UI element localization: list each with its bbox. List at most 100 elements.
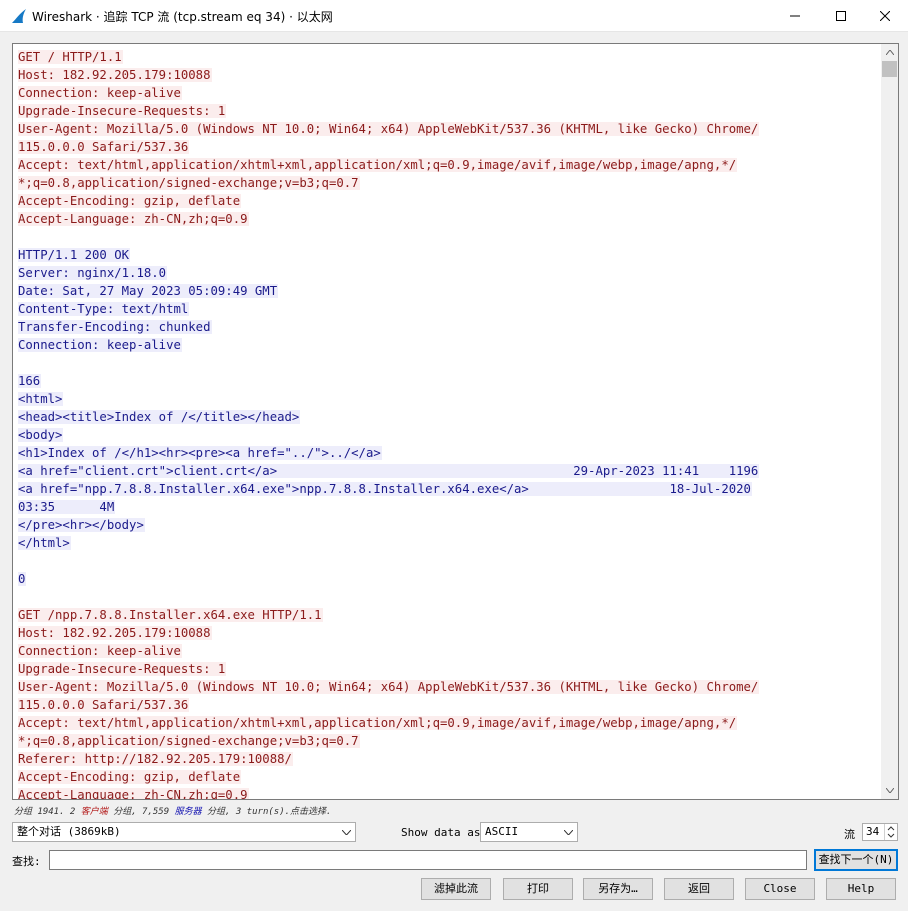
stream-line-text: GET / HTTP/1.1	[18, 50, 123, 64]
stream-line-text: User-Agent: Mozilla/5.0 (Windows NT 10.0…	[18, 680, 760, 694]
stream-line-text: <body>	[18, 428, 64, 442]
stream-line-text: *;q=0.8,application/signed-exchange;v=b3…	[18, 176, 360, 190]
stream-line-text: <html>	[18, 392, 64, 406]
stream-line-text: 0	[18, 572, 27, 586]
scroll-up-icon[interactable]	[881, 44, 898, 61]
stream-line-text: Connection: keep-alive	[18, 86, 182, 100]
stream-line-text: Accept-Encoding: gzip, deflate	[18, 770, 242, 784]
stream-line-text: Transfer-Encoding: chunked	[18, 320, 212, 334]
wireshark-fin-icon	[12, 9, 26, 23]
stream-line-text: <h1>Index of /</h1><hr><pre><a href="../…	[18, 446, 382, 460]
stream-line-text: Referer: http://182.92.205.179:10088/	[18, 752, 293, 766]
stream-line-text: 115.0.0.0 Safari/537.36	[18, 698, 190, 712]
show-data-as-value: ASCII	[485, 825, 519, 838]
client-line: Accept-Encoding: gzip, deflate	[18, 768, 882, 786]
status-middle: 分组, 7,559	[107, 807, 175, 817]
stream-text[interactable]: GET / HTTP/1.1 Host: 182.92.205.179:10088…	[18, 48, 882, 799]
stream-line-text: Accept: text/html,application/xhtml+xml,…	[18, 158, 738, 172]
stream-blank-line	[18, 552, 882, 570]
stream-line-text: Connection: keep-alive	[18, 644, 182, 658]
server-line: Server: nginx/1.18.0	[18, 264, 882, 282]
stream-line-text: 115.0.0.0 Safari/537.36	[18, 140, 190, 154]
stream-line-text: Upgrade-Insecure-Requests: 1	[18, 662, 227, 676]
stream-blank-line	[18, 588, 882, 606]
client-line: Host: 182.92.205.179:10088	[18, 66, 882, 84]
stream-line-text: Server: nginx/1.18.0	[18, 266, 168, 280]
client-line: Upgrade-Insecure-Requests: 1	[18, 102, 882, 120]
stream-line-text: <head><title>Index of /</title></head>	[18, 410, 301, 424]
client-line: User-Agent: Mozilla/5.0 (Windows NT 10.0…	[18, 678, 882, 696]
conversation-select[interactable]: 整个对话 (3869kB)	[12, 822, 356, 842]
print-button[interactable]: 打印	[503, 878, 573, 900]
scroll-down-icon[interactable]	[881, 782, 898, 799]
stream-line-text: HTTP/1.1 200 OK	[18, 248, 131, 262]
maximize-icon	[836, 10, 846, 21]
client-line: Host: 182.92.205.179:10088	[18, 624, 882, 642]
client-line: Accept-Language: zh-CN,zh;q=0.9	[18, 210, 882, 228]
save-as-button[interactable]: 另存为…	[583, 878, 653, 900]
client-line: GET /npp.7.8.8.Installer.x64.exe HTTP/1.…	[18, 606, 882, 624]
filter-out-button[interactable]: 滤掉此流	[421, 878, 491, 900]
stream-line-text: Accept: text/html,application/xhtml+xml,…	[18, 716, 738, 730]
client-line: Accept: text/html,application/xhtml+xml,…	[18, 156, 882, 174]
close-icon	[880, 10, 890, 21]
client-line: 115.0.0.0 Safari/537.36	[18, 138, 882, 156]
server-line: 03:35 4M	[18, 498, 882, 516]
minimize-icon	[790, 15, 800, 16]
stream-line-text: *;q=0.8,application/signed-exchange;v=b3…	[18, 734, 360, 748]
stream-line-text: <a href="npp.7.8.8.Installer.x64.exe">np…	[18, 482, 752, 496]
status-prefix: 分组 1941. 2	[14, 807, 81, 817]
close-window-button[interactable]	[862, 0, 908, 31]
server-line: <a href="npp.7.8.8.Installer.x64.exe">np…	[18, 480, 882, 498]
scroll-thumb[interactable]	[882, 61, 897, 77]
server-line: 166	[18, 372, 882, 390]
stream-blank-line	[18, 354, 882, 372]
client-line: Accept-Encoding: gzip, deflate	[18, 192, 882, 210]
stream-line-text: GET /npp.7.8.8.Installer.x64.exe HTTP/1.…	[18, 608, 323, 622]
close-button[interactable]: Close	[745, 878, 815, 900]
server-line: <head><title>Index of /</title></head>	[18, 408, 882, 426]
stream-line-text: </pre><hr></body>	[18, 518, 145, 532]
find-label: 查找:	[12, 855, 41, 868]
stream-line-text: Date: Sat, 27 May 2023 05:09:49 GMT	[18, 284, 279, 298]
status-server-link[interactable]: 服务器	[175, 807, 202, 817]
server-line: <body>	[18, 426, 882, 444]
chevron-down-icon	[342, 823, 351, 841]
server-line: Connection: keep-alive	[18, 336, 882, 354]
spin-arrows-icon[interactable]	[884, 824, 897, 840]
find-next-button[interactable]: 查找下一个(N)	[814, 849, 898, 871]
vertical-scrollbar[interactable]	[881, 44, 898, 799]
show-data-as-select[interactable]: ASCII	[480, 822, 578, 842]
stream-blank-line	[18, 228, 882, 246]
minimize-button[interactable]	[772, 0, 818, 31]
client-line: User-Agent: Mozilla/5.0 (Windows NT 10.0…	[18, 120, 882, 138]
help-button[interactable]: Help	[826, 878, 896, 900]
server-line: Date: Sat, 27 May 2023 05:09:49 GMT	[18, 282, 882, 300]
client-line: GET / HTTP/1.1	[18, 48, 882, 66]
stream-line-text: Accept-Language: zh-CN,zh;q=0.9	[18, 212, 249, 226]
server-line: Content-Type: text/html	[18, 300, 882, 318]
back-button[interactable]: 返回	[664, 878, 734, 900]
server-line: <html>	[18, 390, 882, 408]
find-input[interactable]	[49, 850, 807, 870]
client-line: Referer: http://182.92.205.179:10088/	[18, 750, 882, 768]
server-line: Transfer-Encoding: chunked	[18, 318, 882, 336]
server-line: <h1>Index of /</h1><hr><pre><a href="../…	[18, 444, 882, 462]
server-line: </html>	[18, 534, 882, 552]
show-data-as-label: Show data as	[401, 826, 481, 839]
client-line: 115.0.0.0 Safari/537.36	[18, 696, 882, 714]
server-line: <a href="client.crt">client.crt</a> 29-A…	[18, 462, 882, 480]
status-client-link[interactable]: 客户端	[81, 807, 108, 817]
stream-line-text: Host: 182.92.205.179:10088	[18, 68, 212, 82]
stream-line-text: Upgrade-Insecure-Requests: 1	[18, 104, 227, 118]
client-line: Connection: keep-alive	[18, 642, 882, 660]
stream-line-text: Connection: keep-alive	[18, 338, 182, 352]
stream-status-text: 分组 1941. 2 客户端 分组, 7,559 服务器 分组, 3 turn(…	[14, 804, 331, 817]
client-line: *;q=0.8,application/signed-exchange;v=b3…	[18, 174, 882, 192]
window-title: Wireshark · 追踪 TCP 流 (tcp.stream eq 34) …	[32, 10, 333, 24]
server-line: 0	[18, 570, 882, 588]
maximize-button[interactable]	[818, 0, 864, 31]
stream-number-spinbox[interactable]: 34	[862, 823, 898, 841]
stream-content-view[interactable]: GET / HTTP/1.1 Host: 182.92.205.179:10088…	[12, 43, 899, 800]
stream-number-label: 流	[844, 828, 855, 841]
